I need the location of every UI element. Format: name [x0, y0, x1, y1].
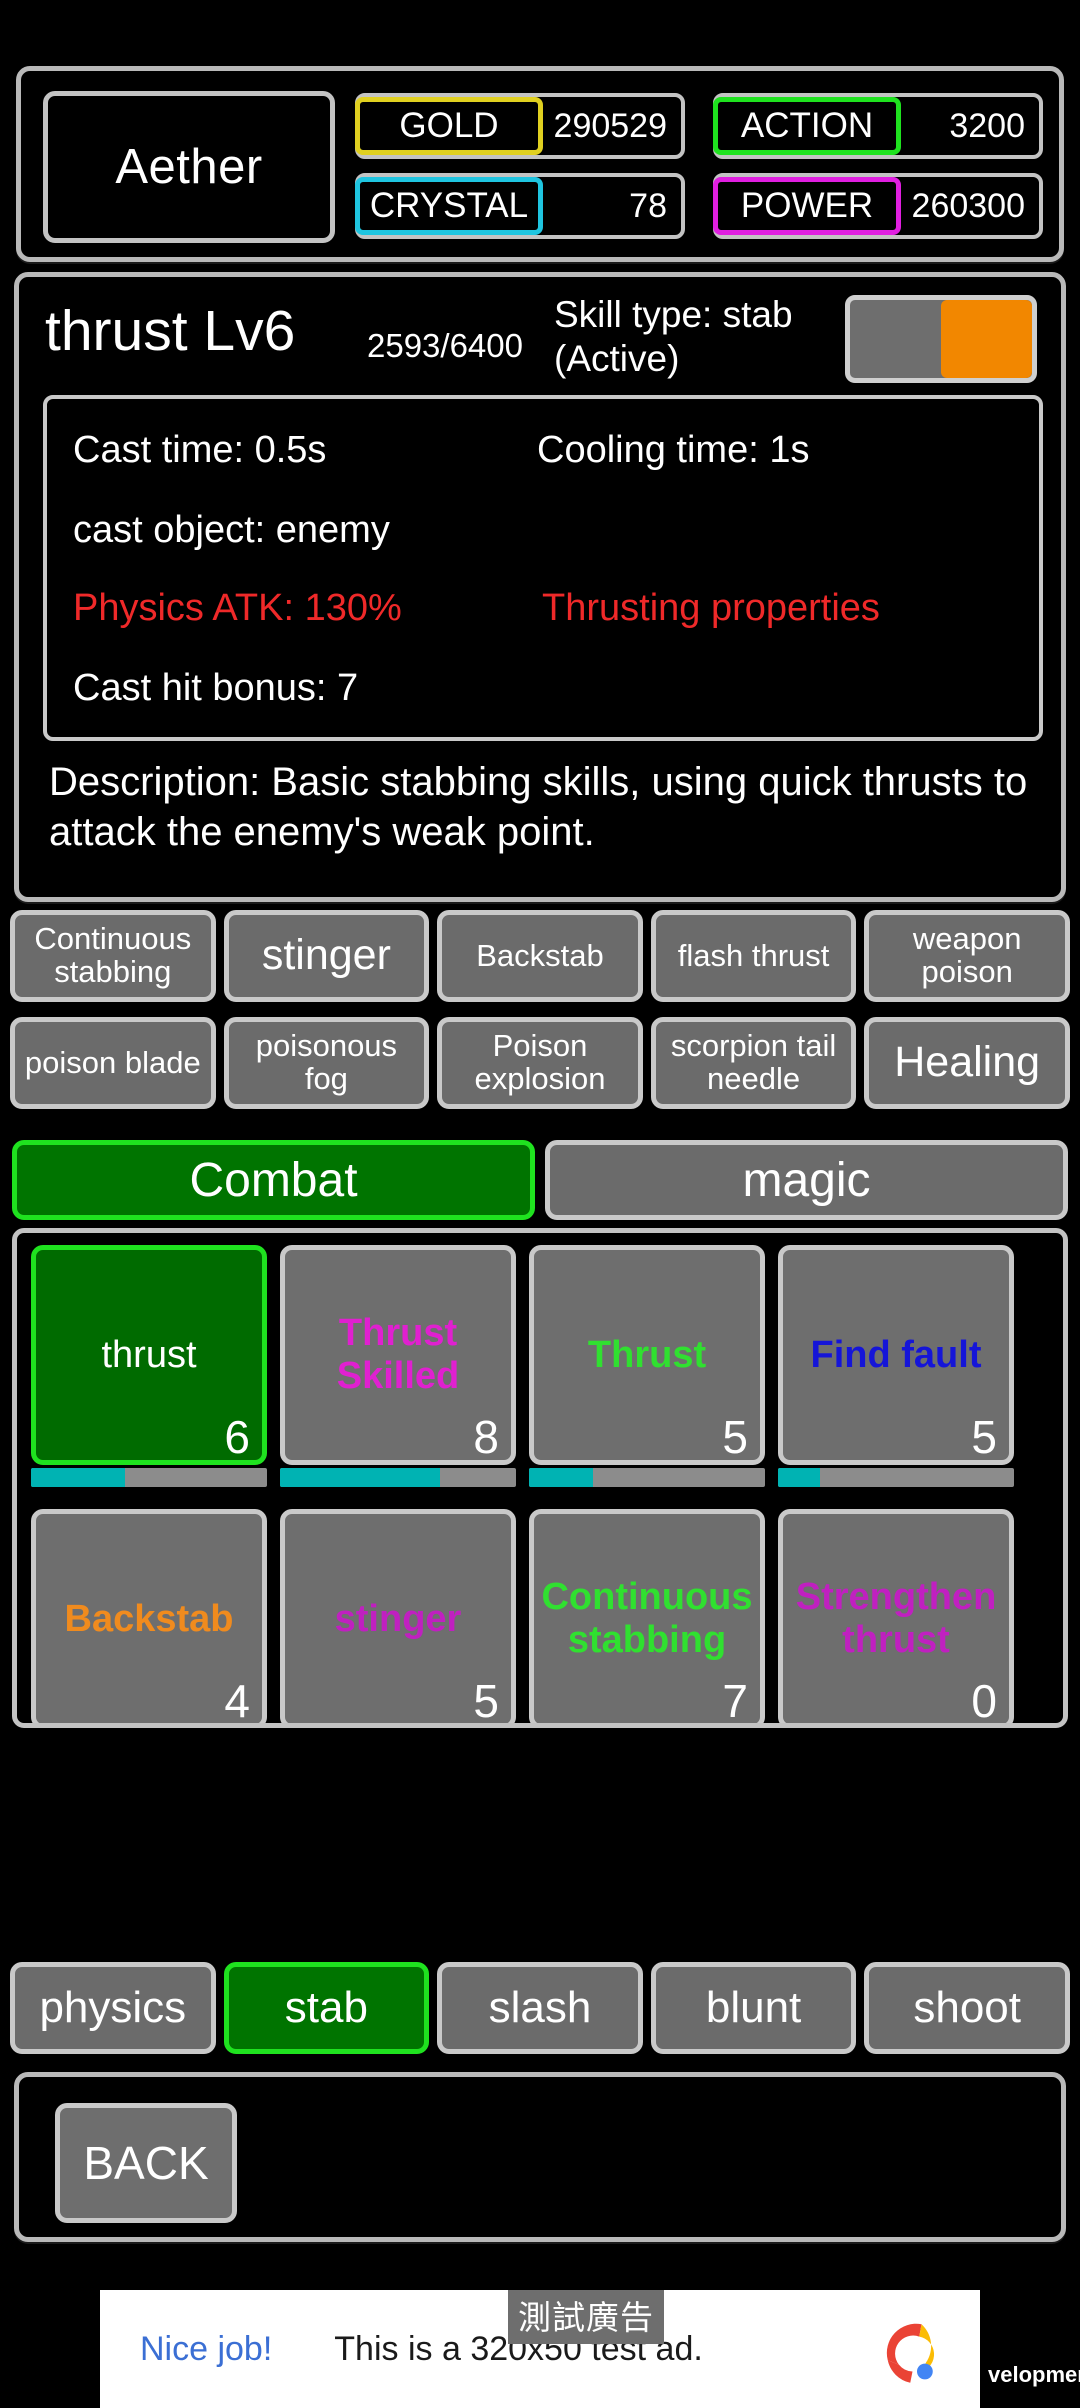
skill-card-progress-fill: [778, 1468, 821, 1487]
skill-card-name: stinger: [334, 1597, 462, 1640]
stat-crystal-value: 78: [629, 186, 667, 225]
skill-card[interactable]: thrust 6: [31, 1245, 267, 1487]
skill-active-toggle[interactable]: [845, 295, 1037, 383]
filter-tab-physics[interactable]: physics: [10, 1962, 216, 2054]
skill-card-name: Strengthen thrust: [795, 1576, 997, 1661]
skill-stats-box: Cast time: 0.5s Cooling time: 1s cast ob…: [43, 395, 1043, 741]
stat-gold: GOLD 290529: [355, 93, 685, 159]
damage-type-filter-tabs: physics stab slash blunt shoot: [10, 1962, 1070, 2054]
skill-card-body: Find fault 5: [778, 1245, 1014, 1465]
skill-title: thrust Lv6: [45, 299, 296, 363]
player-name-plate: Aether: [43, 91, 335, 243]
skill-card[interactable]: Thrust 5: [529, 1245, 765, 1487]
toggle-knob: [941, 300, 1032, 378]
skill-card[interactable]: Strengthen thrust 0: [778, 1509, 1014, 1727]
ad-banner[interactable]: Nice job! This is a 320x50 test ad. 測試廣告: [100, 2290, 980, 2408]
stat-power: POWER 260300: [713, 173, 1043, 239]
skill-chip[interactable]: flash thrust: [650, 910, 857, 1002]
stat-crystal: CRYSTAL 78: [355, 173, 685, 239]
related-skill-row-2: poison blade poisonous fog Poison explosio…: [10, 1017, 1070, 1109]
skill-card-name: Thrust: [587, 1333, 707, 1376]
skill-card-name: Continuous stabbing: [541, 1576, 753, 1661]
skill-card-name: Thrust Skilled: [336, 1312, 460, 1397]
skill-grid-frame[interactable]: thrust 6 Thrust Skilled 8 Thrust 5 Find fault 5…: [12, 1228, 1068, 1728]
skill-card-body: Thrust 5: [529, 1245, 765, 1465]
skill-card-level: 5: [971, 1411, 997, 1463]
skill-card-body: thrust 6: [31, 1245, 267, 1465]
skill-chip[interactable]: weapon poison: [864, 910, 1070, 1002]
back-button[interactable]: BACK: [55, 2103, 237, 2223]
skill-card-progress-bar: [778, 1468, 1014, 1487]
skill-card-progress-bar: [31, 1468, 267, 1487]
skill-detail-panel: thrust Lv6 2593/6400 Skill type: stab (A…: [14, 272, 1066, 902]
skill-card-name: Backstab: [64, 1597, 234, 1640]
category-tabs: Combat magic: [12, 1140, 1068, 1220]
skill-description: Description: Basic stabbing skills, usin…: [49, 760, 1028, 855]
stat-cast-time: Cast time: 0.5s: [73, 429, 327, 471]
stat-cast-hit: Cast hit bonus: 7: [73, 667, 359, 709]
unity-development-build-watermark: velopment Build: [988, 2362, 1080, 2387]
skill-grid: thrust 6 Thrust Skilled 8 Thrust 5 Find fault 5…: [31, 1245, 1051, 1727]
stat-cast-object: cast object: enemy: [73, 509, 390, 551]
stat-power-value: 260300: [911, 186, 1025, 225]
stat-gold-label: GOLD: [355, 97, 543, 155]
skill-card-level: 4: [224, 1675, 250, 1727]
skill-card-progress-bar: [529, 1468, 765, 1487]
skill-chip[interactable]: stinger: [223, 910, 430, 1002]
skill-card[interactable]: Thrust Skilled 8: [280, 1245, 516, 1487]
skill-card-name: Find fault: [810, 1333, 982, 1376]
skill-card-progress-fill: [529, 1468, 593, 1487]
skill-chip[interactable]: Healing: [864, 1017, 1070, 1109]
skill-card-name: thrust: [101, 1333, 197, 1376]
skill-chip[interactable]: Continuous stabbing: [10, 910, 216, 1002]
filter-tab-stab[interactable]: stab: [223, 1962, 430, 2054]
stat-cooling: Cooling time: 1s: [537, 429, 810, 471]
stat-gold-value: 290529: [553, 106, 667, 145]
related-skill-row-1: Continuous stabbing stinger Backstab flash …: [10, 910, 1070, 1002]
stat-action: ACTION 3200: [713, 93, 1043, 159]
skill-card-body: Backstab 4: [31, 1509, 267, 1727]
skill-card-progress-bar: [280, 1468, 516, 1487]
skill-type: Skill type: stab (Active): [554, 294, 793, 379]
skill-card-level: 8: [473, 1411, 499, 1463]
skill-card-body: Continuous stabbing 7: [529, 1509, 765, 1727]
stat-physics-atk: Physics ATK: 130%: [73, 587, 402, 629]
stat-crystal-label: CRYSTAL: [355, 177, 543, 235]
stat-action-value: 3200: [949, 106, 1025, 145]
skill-chip[interactable]: poisonous fog: [223, 1017, 430, 1109]
player-name: Aether: [115, 140, 263, 194]
category-tab-magic[interactable]: magic: [545, 1140, 1068, 1220]
admob-logo-icon: [886, 2323, 935, 2383]
skill-card-level: 0: [971, 1675, 997, 1727]
stat-properties: Thrusting properties: [542, 587, 880, 629]
skill-exp: 2593/6400: [367, 327, 523, 364]
skill-card-level: 5: [722, 1411, 748, 1463]
skill-chip[interactable]: Backstab: [437, 910, 643, 1002]
filter-tab-shoot[interactable]: shoot: [864, 1962, 1070, 2054]
skill-card[interactable]: Find fault 5: [778, 1245, 1014, 1487]
skill-card-level: 5: [473, 1675, 499, 1727]
skill-card[interactable]: Backstab 4: [31, 1509, 267, 1727]
stat-power-label: POWER: [713, 177, 901, 235]
skill-card-progress-fill: [280, 1468, 441, 1487]
skill-card-body: stinger 5: [280, 1509, 516, 1727]
skill-card[interactable]: Continuous stabbing 7: [529, 1509, 765, 1727]
skill-card-level: 7: [722, 1675, 748, 1727]
skill-card-body: Thrust Skilled 8: [280, 1245, 516, 1465]
skill-card-progress-fill: [31, 1468, 126, 1487]
skill-card[interactable]: stinger 5: [280, 1509, 516, 1727]
filter-tab-slash[interactable]: slash: [437, 1962, 643, 2054]
skill-card-body: Strengthen thrust 0: [778, 1509, 1014, 1727]
skill-card-level: 6: [224, 1411, 250, 1463]
status-panel: Aether GOLD 290529 CRYSTAL 78 ACTION 320…: [16, 66, 1064, 262]
stat-action-label: ACTION: [713, 97, 901, 155]
skill-chip[interactable]: poison blade: [10, 1017, 216, 1109]
ad-test-badge: 測試廣告: [508, 2290, 664, 2344]
ad-cta-text: Nice job!: [140, 2329, 273, 2368]
skill-chip[interactable]: scorpion tail needle: [650, 1017, 857, 1109]
bottom-bar: BACK: [14, 2072, 1066, 2242]
category-tab-combat[interactable]: Combat: [12, 1140, 535, 1220]
skill-chip[interactable]: Poison explosion: [437, 1017, 643, 1109]
filter-tab-blunt[interactable]: blunt: [650, 1962, 857, 2054]
